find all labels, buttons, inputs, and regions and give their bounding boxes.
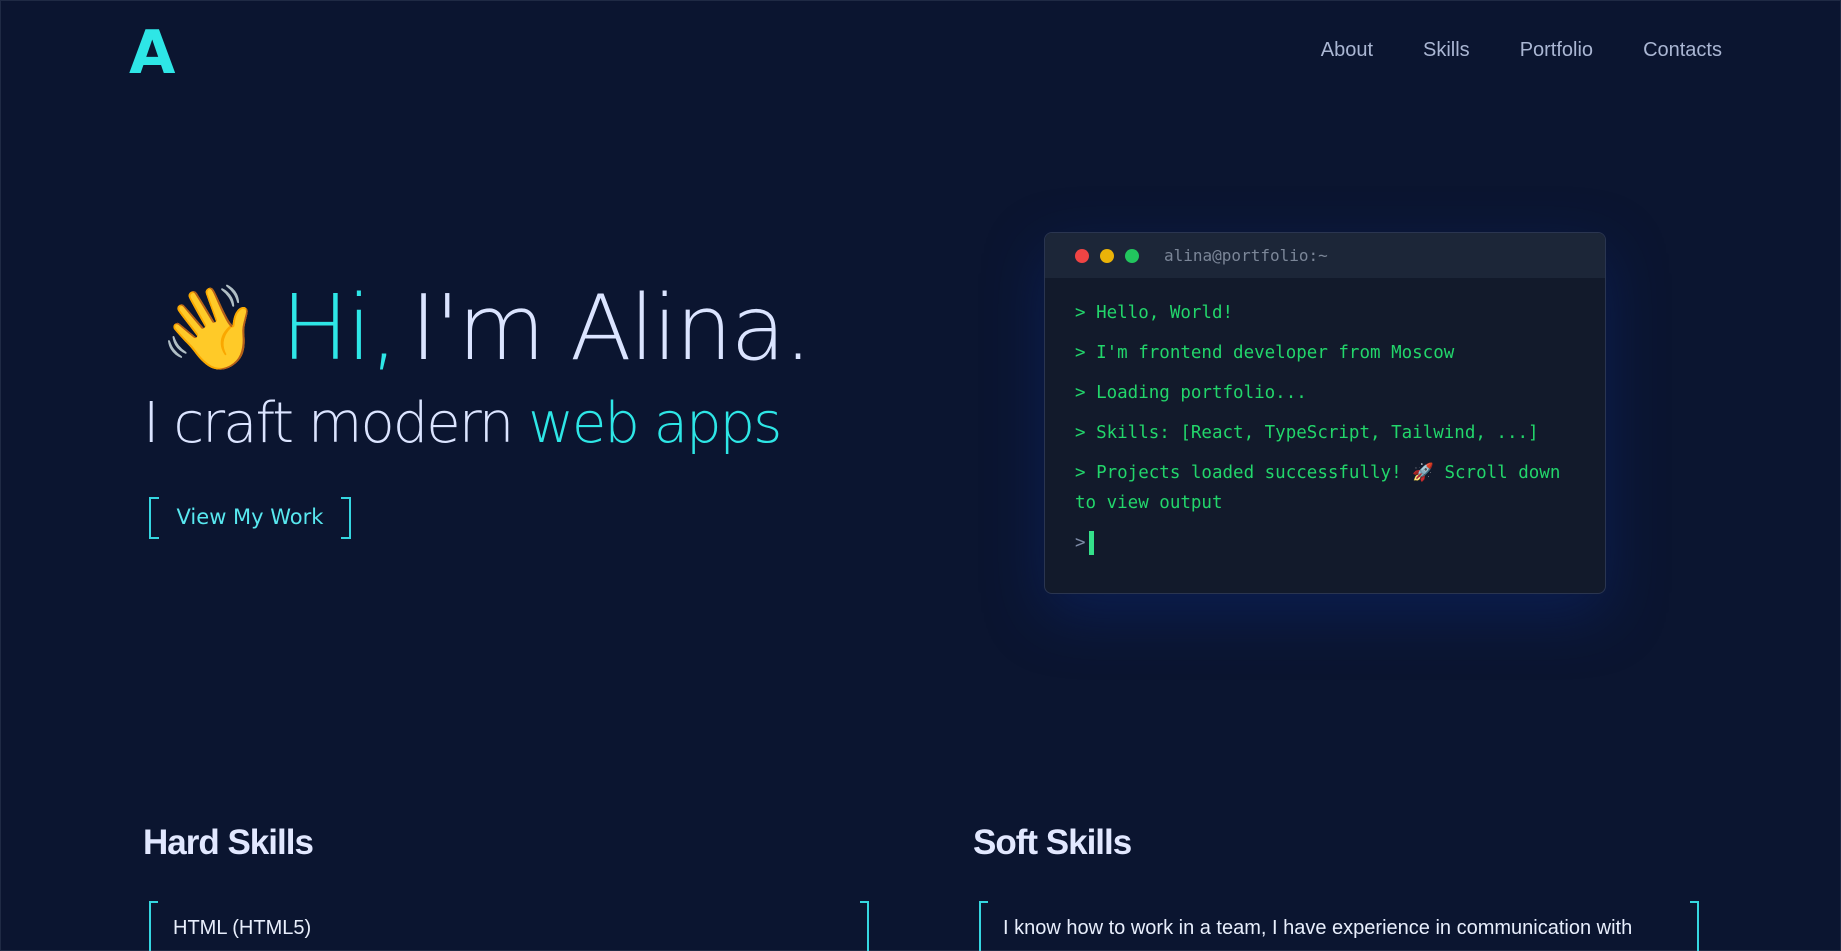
terminal-window: alina@portfolio:~ > Hello, World! > I'm … [1044,232,1606,594]
view-my-work-label: View My Work [176,505,324,529]
hero-greeting: 👋 Hi, I'm Alina. [159,276,812,381]
waving-hand-icon: 👋 [159,281,261,376]
bracket-left [149,901,158,951]
nav-portfolio[interactable]: Portfolio [1520,39,1593,62]
terminal-output: > Hello, World! > I'm frontend developer… [1045,278,1605,558]
greeting-name: I'm Alina. [410,276,812,381]
view-my-work-button[interactable]: View My Work [149,497,351,539]
tagline-prefix: I craft modern [143,391,514,456]
terminal-cursor [1088,531,1094,555]
logo[interactable]: A [129,23,175,83]
nav-skills[interactable]: Skills [1423,39,1470,62]
soft-skill-text: I know how to work in a team, I have exp… [1003,917,1633,939]
terminal-line: > Loading portfolio... [1075,383,1307,403]
terminal-title: alina@portfolio:~ [1164,246,1328,265]
maximize-dot-icon [1125,248,1139,263]
terminal-line: > Hello, World! [1075,303,1234,323]
main-nav: About Skills Portfolio Contacts [1321,39,1722,62]
bracket-right [860,901,869,951]
terminal-line: > I'm frontend developer from Moscow [1075,343,1455,363]
terminal-line: > Projects loaded successfully! 🚀 Scroll… [1075,463,1561,513]
nav-contacts[interactable]: Contacts [1643,39,1722,62]
hard-skill-text: HTML (HTML5) [173,917,312,939]
terminal-titlebar: alina@portfolio:~ [1045,233,1605,278]
hard-skill-card: HTML (HTML5) [149,901,869,951]
soft-skills-title: Soft Skills [973,823,1132,862]
hard-skills-title: Hard Skills [143,823,314,862]
greeting-hi: Hi, [281,276,398,381]
bracket-right [1690,901,1699,951]
prompt-symbol: > [1075,533,1086,553]
close-dot-icon [1075,248,1089,263]
page: A About Skills Portfolio Contacts 👋 Hi, … [0,0,1841,951]
soft-skill-card: I know how to work in a team, I have exp… [979,901,1699,951]
minimize-dot-icon [1100,248,1114,263]
nav-about[interactable]: About [1321,39,1373,62]
bracket-left [979,901,988,951]
hero-tagline: I craft modern web apps [143,389,782,459]
terminal-line: > Skills: [React, TypeScript, Tailwind, … [1075,423,1539,443]
terminal-prompt[interactable]: > [1075,528,1575,558]
tagline-accent: web apps [528,391,782,456]
